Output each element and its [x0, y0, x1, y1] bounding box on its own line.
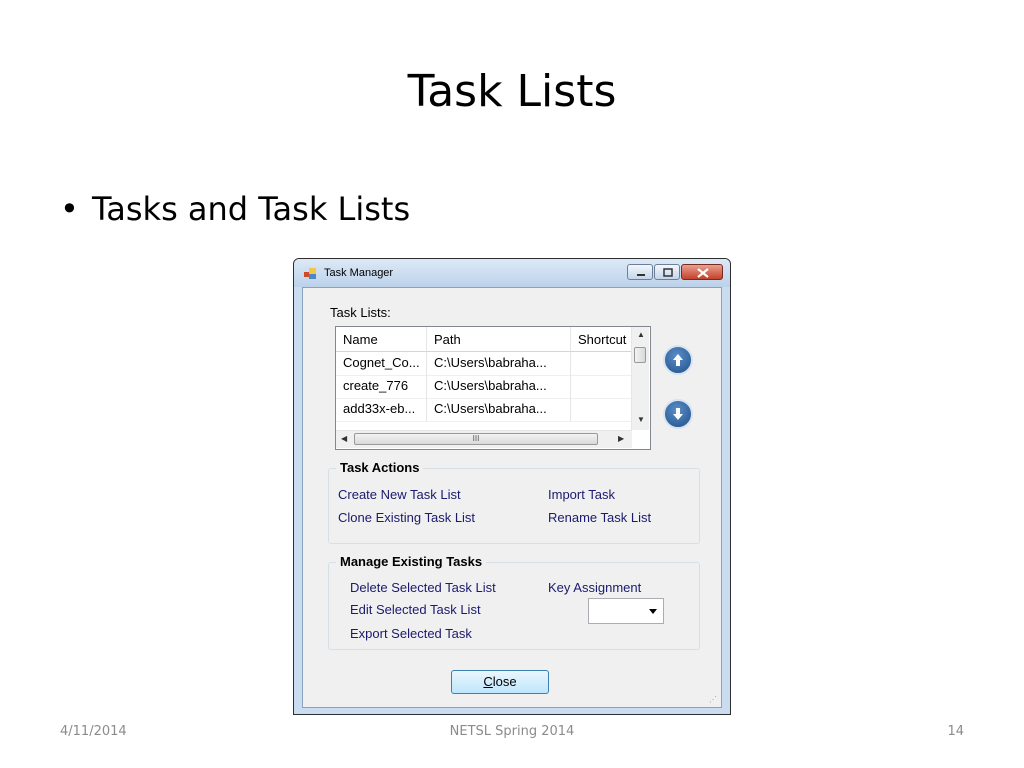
vertical-scroll-thumb[interactable] — [634, 347, 646, 363]
list-item[interactable]: add33x-eb... C:\Users\babraha... — [336, 398, 632, 422]
close-window-button[interactable] — [681, 264, 723, 280]
list-item[interactable]: Cognet_Co... C:\Users\babraha... — [336, 352, 632, 376]
arrow-down-icon — [673, 408, 683, 420]
vertical-scrollbar[interactable]: ▲ ▼ — [631, 327, 649, 430]
create-task-list-link[interactable]: Create New Task List — [338, 487, 461, 502]
minimize-icon — [637, 274, 645, 276]
column-header-name[interactable]: Name — [336, 327, 427, 351]
page-number: 14 — [947, 724, 964, 739]
clone-task-list-link[interactable]: Clone Existing Task List — [338, 510, 475, 525]
task-manager-window: Task Manager Task Lists: Name Path Short… — [293, 258, 731, 715]
task-list-view[interactable]: Name Path Shortcut Cognet_Co... C:\Users… — [335, 326, 651, 450]
horizontal-scrollbar[interactable]: ◀ III ▶ — [336, 430, 632, 448]
window-client-area: Task Lists: Name Path Shortcut Cognet_Co… — [302, 287, 722, 708]
row-name: create_776 — [336, 375, 427, 398]
import-task-link[interactable]: Import Task — [548, 487, 615, 502]
arrow-up-icon — [673, 354, 683, 366]
manage-tasks-title: Manage Existing Tasks — [336, 554, 487, 569]
maximize-icon — [663, 268, 673, 277]
scroll-up-icon[interactable]: ▲ — [637, 330, 645, 339]
scroll-left-icon[interactable]: ◀ — [341, 434, 347, 443]
row-shortcut — [571, 375, 632, 398]
edit-task-list-link[interactable]: Edit Selected Task List — [350, 602, 481, 617]
row-name: Cognet_Co... — [336, 352, 427, 375]
key-assignment-select[interactable] — [588, 598, 664, 624]
scroll-down-icon[interactable]: ▼ — [637, 415, 645, 424]
window-title: Task Manager — [324, 267, 394, 279]
row-path: C:\Users\babraha... — [427, 375, 571, 398]
task-actions-group: Task Actions Create New Task List Clone … — [328, 460, 700, 544]
close-icon — [697, 268, 709, 278]
delete-task-list-link[interactable]: Delete Selected Task List — [350, 580, 496, 595]
minimize-button[interactable] — [627, 264, 653, 280]
column-header-path[interactable]: Path — [427, 327, 571, 351]
bullet-text: Tasks and Task Lists — [92, 190, 411, 228]
close-button[interactable]: Close — [451, 670, 549, 694]
close-label: lose — [492, 674, 517, 689]
move-up-button[interactable] — [663, 345, 693, 375]
title-bar[interactable]: Task Manager — [294, 259, 730, 287]
move-down-button[interactable] — [663, 399, 693, 429]
row-path: C:\Users\babraha... — [427, 352, 571, 375]
maximize-button[interactable] — [654, 264, 680, 280]
task-actions-title: Task Actions — [336, 460, 424, 475]
key-assignment-label: Key Assignment — [548, 580, 642, 595]
footer-center: NETSL Spring 2014 — [449, 724, 575, 739]
export-task-link[interactable]: Export Selected Task — [350, 626, 472, 641]
row-name: add33x-eb... — [336, 398, 427, 421]
chevron-down-icon — [649, 609, 657, 614]
row-path: C:\Users\babraha... — [427, 398, 571, 421]
slide-title: Task Lists — [407, 66, 617, 117]
list-header: Name Path Shortcut — [336, 327, 632, 352]
task-lists-label: Task Lists: — [330, 305, 391, 320]
resize-grip-icon[interactable]: ⋰ — [709, 695, 717, 704]
list-item[interactable]: create_776 C:\Users\babraha... — [336, 375, 632, 399]
row-shortcut — [571, 352, 632, 375]
close-accelerator: C — [483, 674, 493, 689]
rename-task-list-link[interactable]: Rename Task List — [548, 510, 651, 525]
bullet-dot-icon: • — [60, 190, 79, 228]
row-shortcut — [571, 398, 632, 421]
bullet-item: • Tasks and Task Lists — [60, 190, 410, 228]
app-icon — [304, 268, 316, 279]
column-header-shortcut[interactable]: Shortcut — [571, 327, 632, 351]
horizontal-scroll-thumb[interactable]: III — [354, 433, 598, 445]
scroll-right-icon[interactable]: ▶ — [618, 434, 624, 443]
